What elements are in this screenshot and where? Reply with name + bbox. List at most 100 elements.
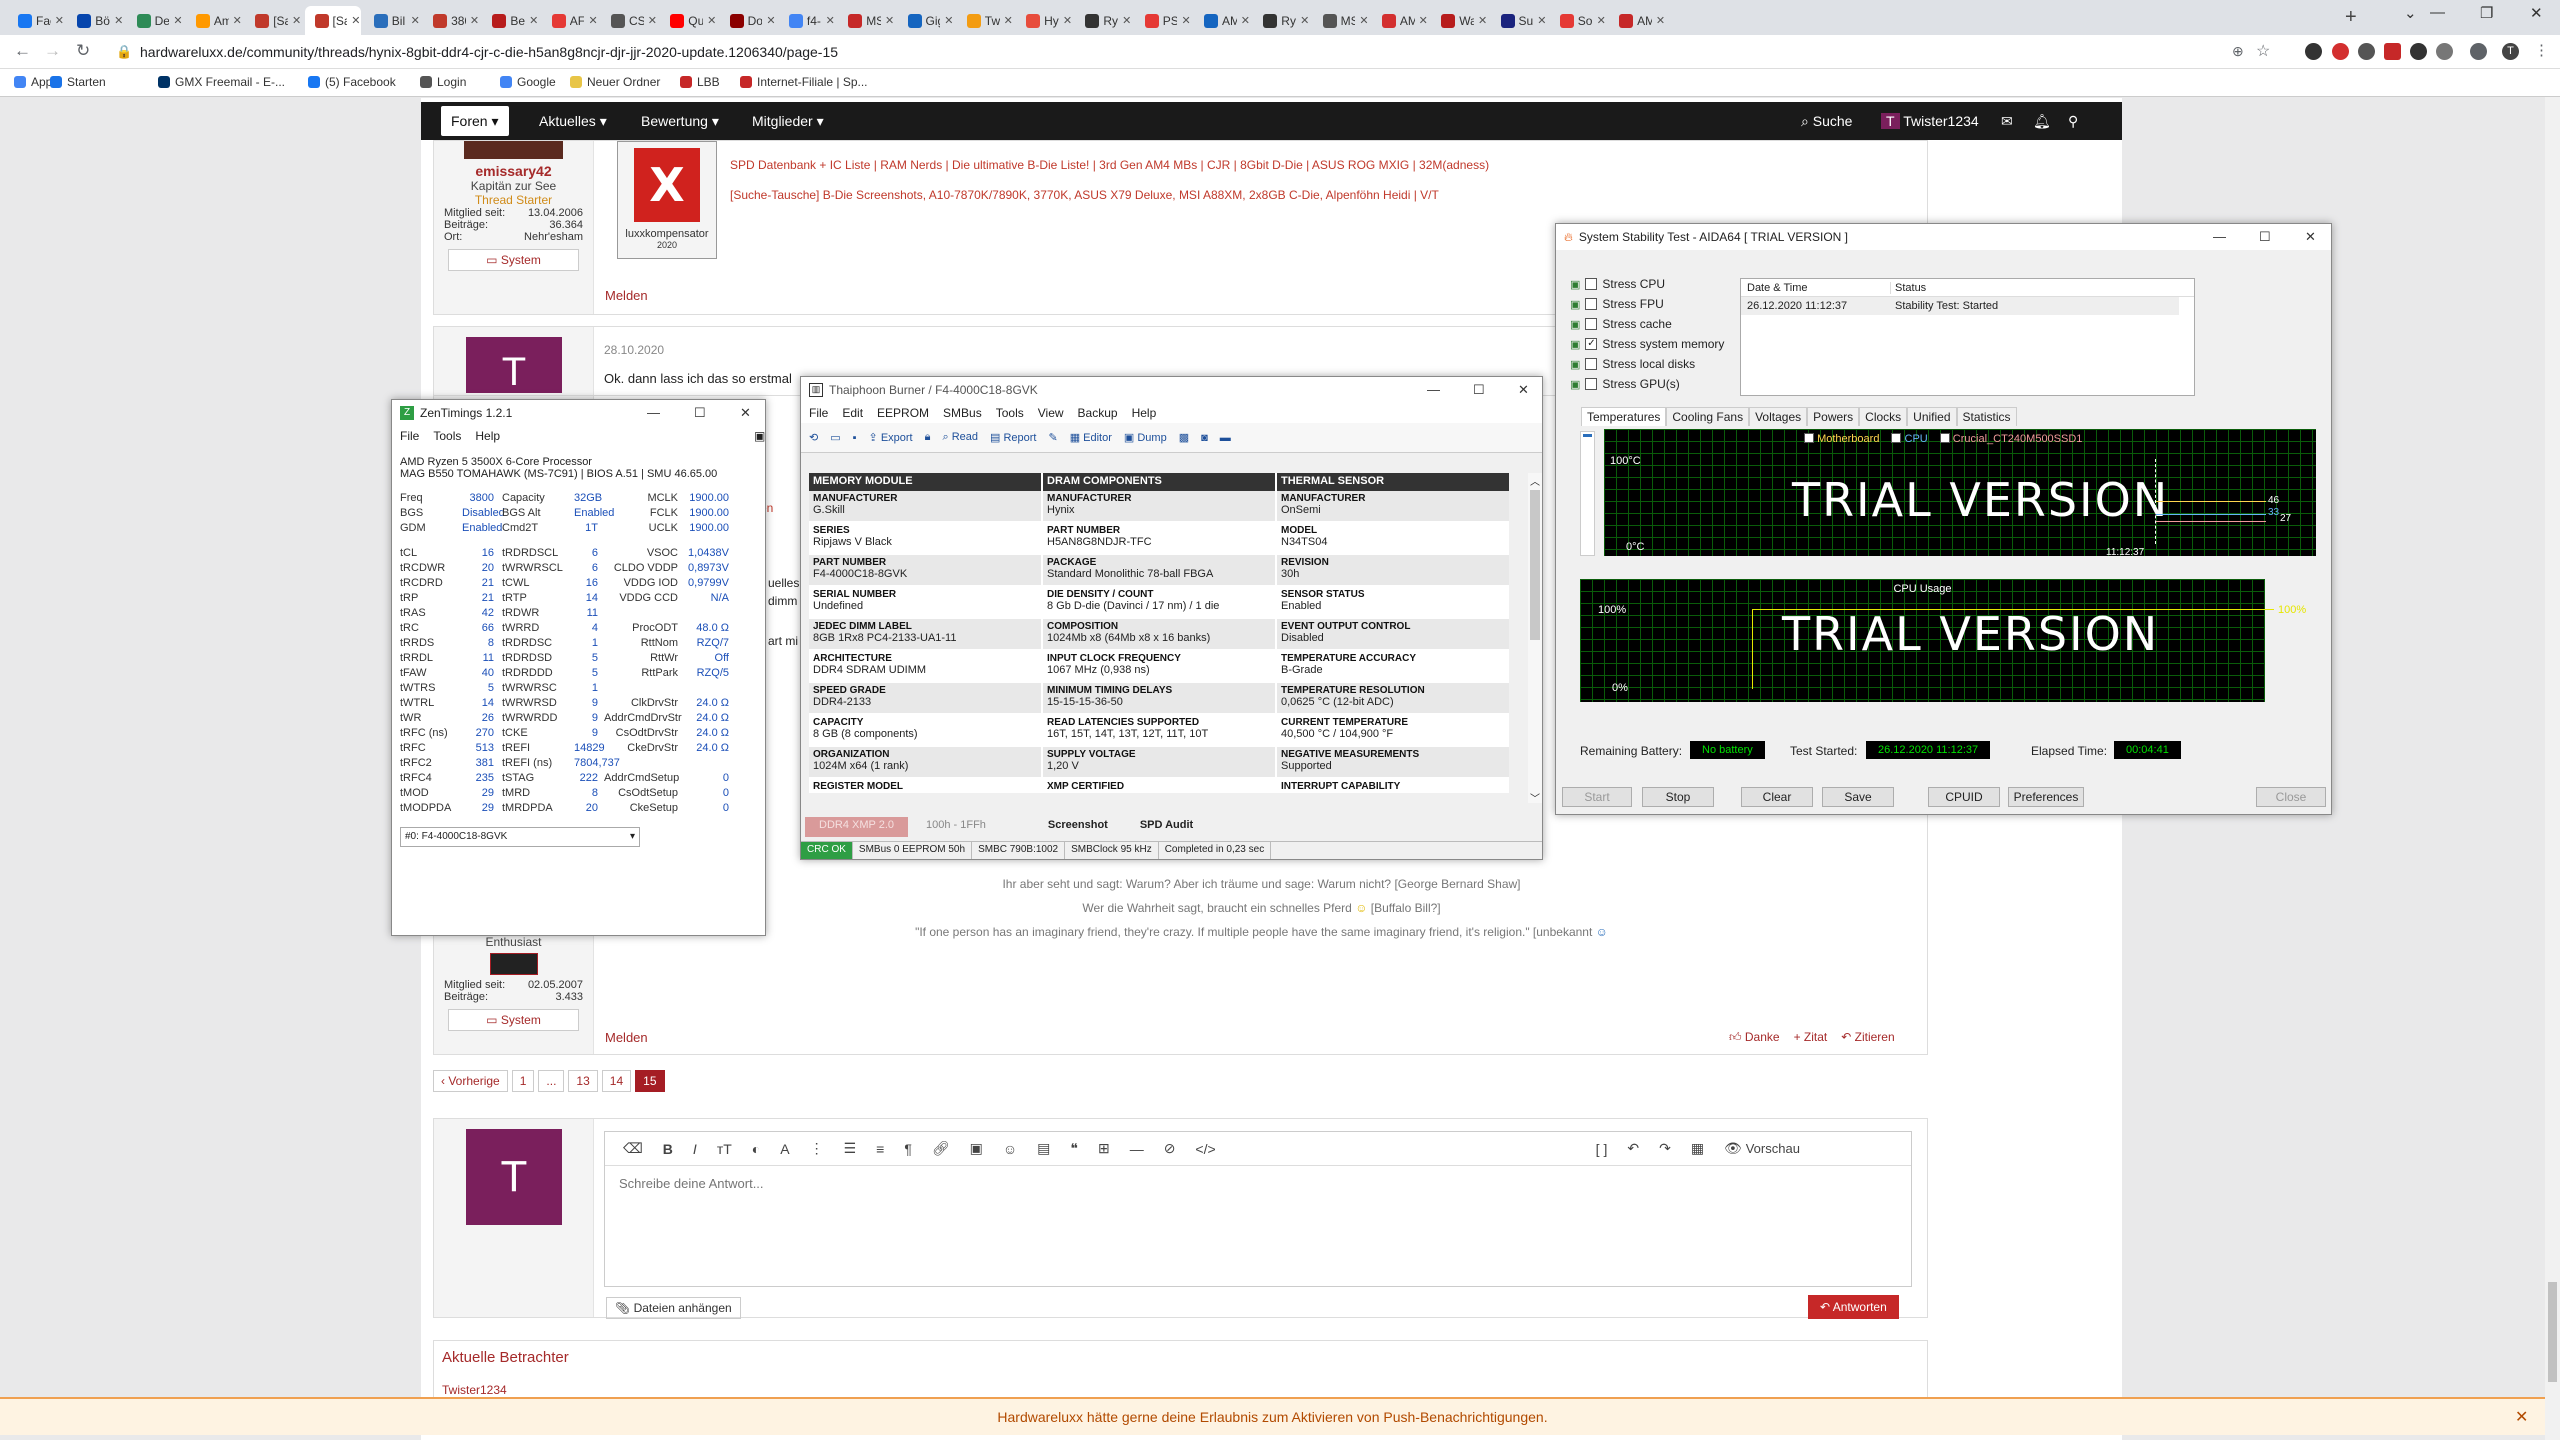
log-row[interactable]: 26.12.2020 11:12:37 Stability Test: Star…	[1741, 297, 2179, 315]
editor-button[interactable]: ▦ Editor	[1070, 431, 1112, 444]
scrollbar[interactable]: ︿ ﹀	[1528, 473, 1542, 805]
pager-page[interactable]: 14	[601, 1070, 632, 1092]
legend-item[interactable]: ✓ Crucial_CT240M500SSD1	[1939, 433, 2082, 445]
close-icon[interactable]: ✕	[2515, 1407, 2528, 1427]
bookmark-item[interactable]: GMX Freemail - E-...	[158, 75, 285, 89]
menu-file[interactable]: File	[400, 429, 419, 443]
drafts-icon[interactable]: ▦	[1691, 1140, 1704, 1157]
stress-option[interactable]: ▣ Stress cache	[1560, 314, 1730, 334]
more-menu-icon[interactable]: ⋮	[2534, 41, 2549, 59]
browser-tab[interactable]: CS- ✕	[601, 6, 657, 35]
maximize-icon[interactable]: ❐	[2480, 4, 2493, 22]
spd-cell[interactable]: REVISION 30h	[1277, 555, 1509, 587]
spd-cell[interactable]: ARCHITECTURE DDR4 SDRAM UDIMM	[809, 651, 1041, 683]
spd-cell[interactable]: JEDEC DIMM LABEL 8GB 1Rx8 PC4-2133-UA1-11	[809, 619, 1041, 651]
menu-help[interactable]: Help	[475, 429, 500, 443]
menu-item[interactable]: SMBus	[943, 406, 982, 420]
preview-button[interactable]: 👁︎ Vorschau	[1724, 1140, 1800, 1157]
extension-icon[interactable]	[2358, 43, 2375, 60]
signature-line-1[interactable]: SPD Datenbank + IC Liste | RAM Nerds | D…	[730, 158, 1489, 172]
bookmark-star-icon[interactable]: ☆	[2256, 41, 2270, 61]
monitor-icon[interactable]: ▬	[1220, 432, 1231, 444]
browser-tab[interactable]: Su ✕	[1491, 6, 1547, 35]
nav-bewertung[interactable]: Bewertung ▾	[641, 113, 719, 130]
url-input[interactable]: hardwareluxx.de/community/threads/hynix-…	[140, 44, 838, 60]
spd-cell[interactable]: SERIES Ripjaws V Black	[809, 523, 1041, 555]
stress-option[interactable]: ▣ Stress local disks	[1560, 354, 1730, 374]
italic-icon[interactable]: I	[693, 1141, 697, 1157]
hr-icon[interactable]: —	[1130, 1141, 1144, 1157]
page-scrollbar[interactable]	[2545, 97, 2560, 1440]
camera-icon[interactable]: ◙	[1201, 432, 1208, 444]
legend-checkbox[interactable]: ✓	[1804, 433, 1814, 444]
profile-avatar[interactable]: T	[2502, 43, 2519, 60]
spd-cell[interactable]: SUPPLY VOLTAGE 1,20 V	[1043, 747, 1275, 779]
close-button[interactable]: Close	[2256, 787, 2326, 807]
spd-cell[interactable]: CURRENT TEMPERATURE 40,500 °C / 104,900 °…	[1277, 715, 1509, 747]
close-icon[interactable]: ✕	[1122, 14, 1131, 27]
quote-icon[interactable]: ❝	[1070, 1140, 1078, 1157]
browser-tab[interactable]: Gig✕	[898, 6, 954, 35]
bookmark-item[interactable]: (5) Facebook	[308, 75, 396, 89]
close-icon[interactable]: ✕	[470, 14, 479, 27]
reply-quote-button[interactable]: ↶ Zitieren	[1841, 1030, 1894, 1045]
system-button[interactable]: ▭ System	[448, 1009, 579, 1031]
attach-button[interactable]: 📎︎ Dateien anhängen	[606, 1297, 741, 1319]
pin-icon[interactable]: ⚲	[2068, 113, 2078, 130]
graph-tab[interactable]: Statistics	[1956, 407, 2017, 426]
menu-item[interactable]: View	[1038, 406, 1064, 420]
stress-option[interactable]: ▣ ✓ Stress system memory	[1560, 334, 1730, 354]
code-icon[interactable]: </>	[1195, 1141, 1215, 1157]
adblock-icon[interactable]	[2332, 43, 2349, 60]
browser-tab[interactable]: Sor ✕	[1550, 6, 1606, 35]
browser-tab[interactable]: [Sa ✕	[304, 6, 361, 35]
legend-checkbox[interactable]: ✓	[1939, 433, 1950, 444]
like-button[interactable]: 👍︎ Danke	[1729, 1030, 1780, 1045]
checkbox[interactable]: ✓	[1585, 338, 1598, 350]
browser-tab[interactable]: [Sa ✕	[245, 6, 301, 35]
close-icon[interactable]: ✕	[1537, 14, 1546, 27]
media-icon[interactable]: ▤	[1037, 1140, 1050, 1157]
spd-cell[interactable]: COMPOSITION 1024Mb x8 (64Mb x8 x 16 banks…	[1043, 619, 1275, 651]
menu-tools[interactable]: Tools	[433, 429, 461, 443]
close-icon[interactable]: ✕	[1063, 14, 1072, 27]
graph-tab[interactable]: Clocks	[1859, 407, 1908, 426]
close-icon[interactable]: ✕	[351, 14, 360, 27]
menu-item[interactable]: Help	[1132, 406, 1157, 420]
chip-icon[interactable]: ▩	[1179, 431, 1189, 444]
read-button[interactable]: ⌕ Read	[942, 431, 978, 444]
emoji-icon[interactable]: ☺	[1003, 1141, 1017, 1157]
browser-tab[interactable]: Ry ✕	[1075, 6, 1131, 35]
image-icon[interactable]: ▣	[970, 1140, 983, 1157]
browser-tab[interactable]: AM ✕	[1372, 6, 1428, 35]
close-icon[interactable]: ✕	[740, 405, 751, 421]
graph-tab[interactable]: Unified	[1907, 407, 1957, 426]
browser-tab[interactable]: MS ✕	[838, 6, 894, 35]
bookmark-item[interactable]: Google	[500, 75, 556, 89]
close-icon[interactable]: ✕	[885, 14, 894, 27]
bottom-tab[interactable]: Screenshot	[1034, 817, 1122, 837]
undo-icon[interactable]: ↶	[1627, 1140, 1639, 1157]
close-icon[interactable]: ✕	[1359, 14, 1368, 27]
graph-tab[interactable]: Temperatures	[1581, 407, 1667, 426]
spd-cell[interactable]: TEMPERATURE RESOLUTION 0,0625 °C (12-bit …	[1277, 683, 1509, 715]
close-icon[interactable]: ✕	[1419, 14, 1428, 27]
graph-scroll[interactable]	[1580, 431, 1595, 556]
username[interactable]: emissary42	[434, 163, 593, 179]
nav-mitglieder[interactable]: Mitglieder ▾	[752, 113, 824, 130]
text-size-icon[interactable]: тT	[717, 1141, 732, 1157]
spd-cell[interactable]: MANUFACTURER OnSemi	[1277, 491, 1509, 523]
link-icon[interactable]: 🔗︎	[932, 1140, 950, 1157]
stop-button[interactable]: Stop	[1642, 787, 1714, 807]
extension-icon[interactable]	[2410, 43, 2427, 60]
spd-cell[interactable]: SERIAL NUMBER Undefined	[809, 587, 1041, 619]
more-icon[interactable]: ⋮	[810, 1140, 824, 1157]
spd-cell[interactable]: PACKAGE Standard Monolithic 78-ball FBGA	[1043, 555, 1275, 587]
pager-ellipsis[interactable]: ...	[538, 1070, 565, 1092]
wrench-icon[interactable]: ✎	[1048, 431, 1057, 444]
hide-icon[interactable]: ⊘	[1164, 1140, 1176, 1157]
spd-cell[interactable]: DIE DENSITY / COUNT 8 Gb D-die (Davinci /…	[1043, 587, 1275, 619]
stress-option[interactable]: ▣ Stress CPU	[1560, 274, 1730, 294]
inbox-icon[interactable]: ✉	[2001, 113, 2013, 130]
browser-tab[interactable]: Wa ✕	[1431, 6, 1487, 35]
